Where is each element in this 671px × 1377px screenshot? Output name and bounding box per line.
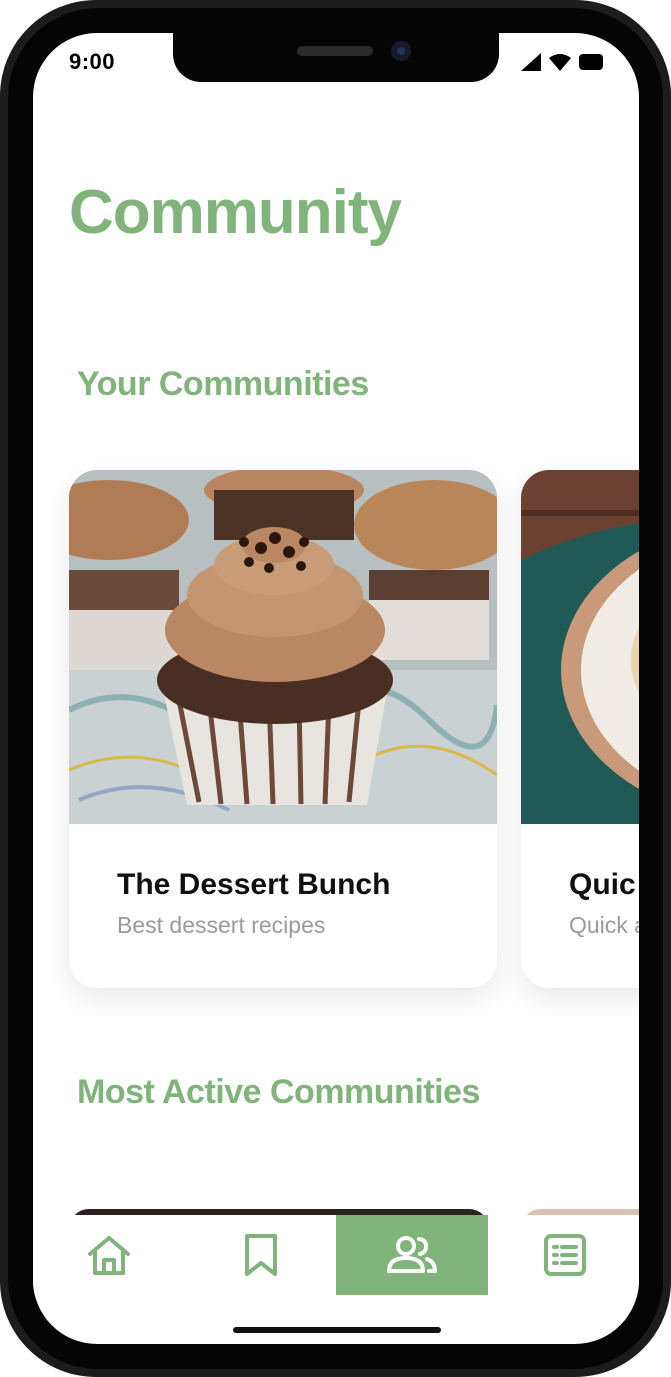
card-subtitle: Best dessert recipes — [117, 912, 326, 938]
community-card-dessert-bunch[interactable]: The Dessert Bunch Best dessert recipes — [69, 470, 497, 988]
phone-frame: 9:00 Community Your Communities The Dess… — [0, 0, 671, 1377]
battery-icon — [579, 54, 603, 70]
community-card-quick[interactable]: Quic Quick a — [521, 470, 639, 988]
screen: 9:00 Community Your Communities The Dess… — [33, 33, 639, 1344]
speaker-grille — [297, 46, 373, 56]
cupcakes-image — [69, 470, 497, 824]
home-indicator[interactable] — [233, 1327, 441, 1333]
tab-list[interactable] — [489, 1215, 639, 1295]
wifi-icon — [549, 54, 571, 71]
card-title: The Dessert Bunch — [117, 868, 391, 901]
status-icons — [521, 53, 603, 71]
tab-community[interactable] — [336, 1215, 488, 1295]
front-camera — [391, 41, 411, 61]
status-time: 9:00 — [69, 49, 116, 74]
card-subtitle: Quick a — [569, 912, 639, 938]
card-title: Quic — [569, 868, 636, 901]
plate-image — [521, 470, 639, 824]
community-icon — [387, 1236, 437, 1273]
tab-bookmarks[interactable] — [185, 1215, 337, 1295]
tab-home[interactable] — [33, 1215, 185, 1295]
bookmark-icon — [245, 1234, 277, 1276]
page-title: Community — [69, 178, 402, 247]
home-icon — [88, 1236, 130, 1275]
notch — [173, 33, 499, 82]
section-title-your-communities: Your Communities — [77, 365, 369, 403]
signal-icon — [521, 53, 541, 71]
tab-bar — [33, 1215, 639, 1297]
section-title-most-active: Most Active Communities — [77, 1073, 480, 1111]
list-icon — [544, 1234, 586, 1276]
your-communities-carousel[interactable]: The Dessert Bunch Best dessert recipes Q… — [69, 470, 639, 990]
